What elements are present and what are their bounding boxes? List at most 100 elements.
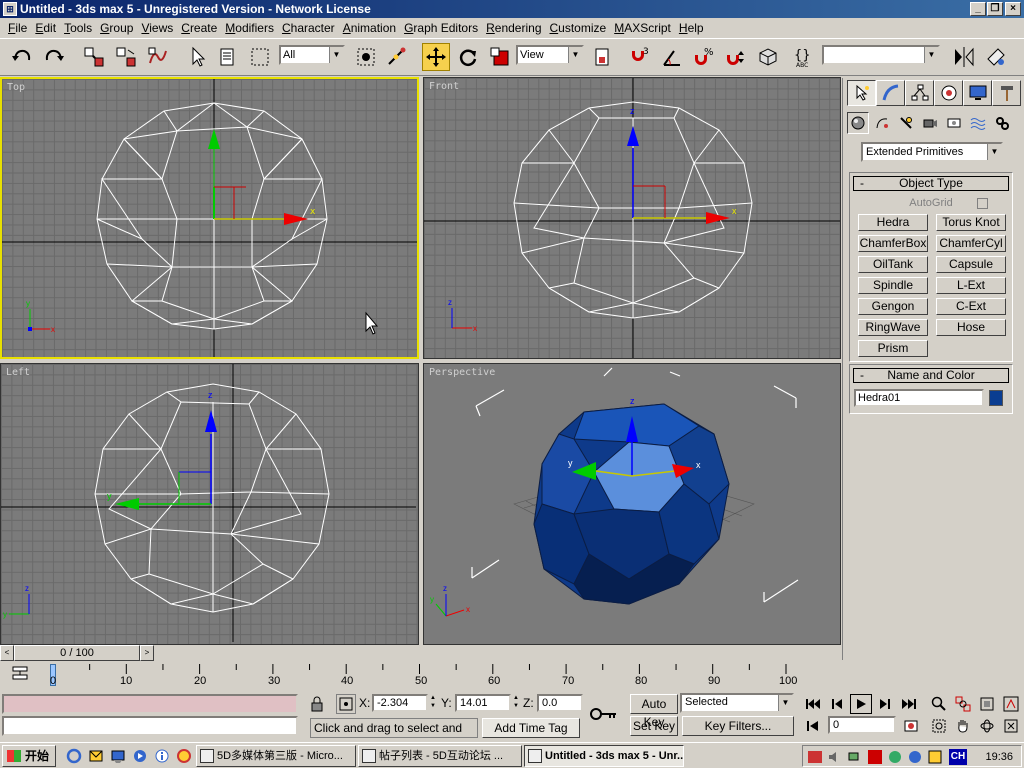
arc-rotate-button[interactable] [976,716,998,736]
time-slider-prev-button[interactable]: < [0,645,14,661]
select-and-scale-button[interactable] [486,43,514,71]
spinner-snap-button[interactable] [722,43,750,71]
menu-file[interactable]: File [4,18,31,38]
cameras-category[interactable] [919,112,941,134]
menu-modifiers[interactable]: Modifiers [221,18,278,38]
menu-animation[interactable]: Animation [339,18,400,38]
window-crossing-button[interactable] [352,43,380,71]
bind-space-warp-button[interactable] [144,43,172,71]
tab-motion[interactable] [934,80,963,106]
zoom-all-button[interactable] [952,694,974,714]
next-frame-button[interactable] [874,694,896,714]
tab-modify[interactable] [876,80,905,106]
named-selection-sets-button[interactable] [754,43,782,71]
time-slider-next-button[interactable]: > [140,645,154,661]
viewport-label-left[interactable]: Left [6,367,30,378]
object-type-rollout-header[interactable]: - Object Type [853,176,1009,191]
zoom-button[interactable] [928,694,950,714]
tray-app-icon[interactable] [807,749,823,765]
viewport-front[interactable]: Front z x x z [423,77,841,359]
menu-customize[interactable]: Customize [546,18,611,38]
oiltank-button[interactable]: OilTank [858,256,928,273]
region-select-button[interactable] [246,43,274,71]
c-ext-button[interactable]: C-Ext [936,298,1006,315]
track-bar[interactable]: 0 10 20 30 40 50 60 70 80 90 100 [0,662,842,690]
tab-utilities[interactable] [992,80,1021,106]
viewport-top[interactable]: Top x x y [0,77,419,359]
menu-tools[interactable]: Tools [60,18,96,38]
viewport-label-front[interactable]: Front [429,81,459,92]
outlook-icon[interactable] [88,748,104,764]
auto-key-button[interactable]: Auto Key [630,694,678,729]
object-name-input[interactable]: Hedra01 [854,389,984,407]
angle-snap-toggle-button[interactable] [658,43,686,71]
autogrid-checkbox[interactable] [977,198,988,209]
select-and-link-button[interactable] [80,43,108,71]
current-frame-input[interactable]: 0 [828,716,896,734]
y-coordinate-input[interactable]: 14.01 [455,694,511,712]
named-selection-dropdown[interactable]: ▼ [822,45,940,65]
menu-help[interactable]: Help [675,18,708,38]
torus-knot-button[interactable]: Torus Knot [936,214,1006,231]
key-mode-toggle[interactable] [802,716,824,736]
zoom-extents-button[interactable] [976,694,998,714]
media-player-icon[interactable] [132,748,148,764]
percent-snap-button[interactable]: % [690,43,718,71]
select-and-rotate-button[interactable] [454,43,482,71]
tab-hierarchy[interactable] [905,80,934,106]
set-key-mode-button[interactable] [588,704,618,724]
maximize-viewport-button[interactable] [1000,716,1022,736]
menu-maxscript[interactable]: MAXScript [610,18,675,38]
helpers-category[interactable] [943,112,965,134]
select-object-button[interactable] [184,43,212,71]
unlink-selection-button[interactable] [112,43,140,71]
minimize-button[interactable]: _ [970,2,986,16]
shapes-category[interactable] [871,112,893,134]
absolute-mode-toggle[interactable] [336,694,356,714]
edit-named-selection-button[interactable]: {} ABC [790,43,818,71]
region-zoom-button[interactable] [928,716,950,736]
gengon-button[interactable]: Gengon [858,298,928,315]
menu-views[interactable]: Views [137,18,177,38]
browser-icon[interactable] [176,748,192,764]
ringwave-button[interactable]: RingWave [858,319,928,336]
speaker-icon[interactable] [827,749,843,765]
pan-button[interactable] [952,716,974,736]
info-icon[interactable] [154,748,170,764]
task-5d-multimedia[interactable]: 5D多媒体第三版 - Micro... [196,745,356,767]
hedra-button[interactable]: Hedra [858,214,928,231]
select-and-manipulate-button[interactable] [382,43,410,71]
name-and-color-rollout-header[interactable]: - Name and Color [853,368,1009,383]
selection-filter-dropdown[interactable]: All ▼ [279,45,345,65]
menu-create[interactable]: Create [177,18,221,38]
go-to-end-button[interactable] [898,694,920,714]
menu-character[interactable]: Character [278,18,339,38]
key-filters-button[interactable]: Key Filters... [682,716,794,736]
x-spinner[interactable]: ▲ ▼ [429,694,437,712]
viewport-label-perspective[interactable]: Perspective [429,367,495,378]
align-button[interactable] [982,43,1010,71]
maxscript-listener-mini[interactable] [2,694,298,714]
select-by-name-button[interactable] [214,43,242,71]
tab-create[interactable] [847,80,876,106]
primitive-category-dropdown[interactable]: Extended Primitives ▼ [861,142,1003,162]
viewport-perspective[interactable]: Perspective z x y x y z [423,363,841,645]
x-coordinate-input[interactable]: -2.304 [372,694,428,712]
set-key-button[interactable]: Set Key [630,716,678,736]
capsule-button[interactable]: Capsule [936,256,1006,273]
mirror-button[interactable] [950,43,978,71]
prism-button[interactable]: Prism [858,340,928,357]
zoom-extents-all-button[interactable] [1000,694,1022,714]
select-and-move-button[interactable] [422,43,450,71]
play-button[interactable] [850,694,872,714]
firewall-icon[interactable] [907,749,923,765]
previous-frame-button[interactable] [826,694,848,714]
redo-button[interactable] [40,43,68,71]
viewport-label-top[interactable]: Top [7,82,25,93]
show-desktop-icon[interactable] [110,748,126,764]
ie-icon[interactable] [66,748,82,764]
network-icon[interactable] [847,749,863,765]
task-3dsmax[interactable]: Untitled - 3ds max 5 - Unr... [524,745,684,767]
time-slider-thumb[interactable]: 0 / 100 [14,645,140,661]
time-configuration-button[interactable] [900,716,922,736]
